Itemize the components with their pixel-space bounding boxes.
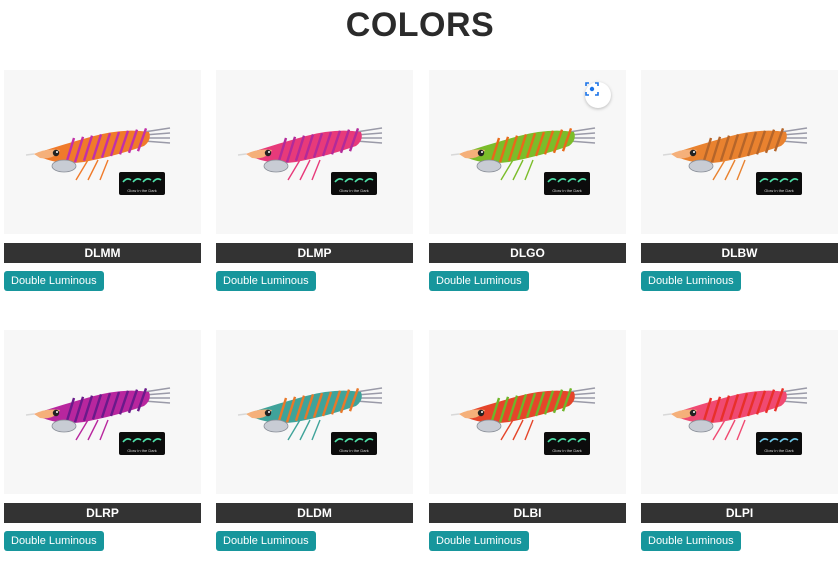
glow-label: Glow in the Dark <box>339 188 369 193</box>
glow-label: Glow in the Dark <box>127 188 157 193</box>
product-image[interactable]: Glow in the Dark <box>641 330 838 494</box>
product-card[interactable]: Glow in the Dark DLDM Double Luminous <box>216 330 413 551</box>
glow-jig-icon <box>334 178 374 183</box>
product-card[interactable]: Glow in the Dark DLMM Double Luminous <box>4 70 201 291</box>
product-card[interactable]: Glow in the Dark DLBW Double Luminous <box>641 70 838 291</box>
glow-badge: Glow in the Dark <box>756 432 802 455</box>
glow-jig-icon <box>122 178 162 183</box>
luminous-badge: Double Luminous <box>4 531 104 551</box>
glow-jig-icon <box>759 438 799 443</box>
glow-label: Glow in the Dark <box>339 448 369 453</box>
glow-label: Glow in the Dark <box>127 448 157 453</box>
product-image[interactable]: Glow in the Dark <box>641 70 838 234</box>
product-card[interactable]: Glow in the Dark DLGO Double Luminous <box>429 70 626 291</box>
glow-jig-icon <box>547 438 587 443</box>
squid-jig-icon <box>237 387 383 441</box>
product-image[interactable]: Glow in the Dark <box>4 330 201 494</box>
glow-jig-icon <box>759 178 799 183</box>
luminous-badge: Double Luminous <box>216 531 316 551</box>
product-code[interactable]: DLGO <box>429 243 626 263</box>
page-title: COLORS <box>345 6 495 44</box>
product-card[interactable]: Glow in the Dark DLBI Double Luminous <box>429 330 626 551</box>
glow-badge: Glow in the Dark <box>756 172 802 195</box>
product-card[interactable]: Glow in the Dark DLMP Double Luminous <box>216 70 413 291</box>
squid-jig-icon <box>662 387 808 441</box>
product-image[interactable]: Glow in the Dark <box>216 330 413 494</box>
luminous-badge: Double Luminous <box>641 271 741 291</box>
luminous-badge: Double Luminous <box>4 271 104 291</box>
glow-label: Glow in the Dark <box>552 448 582 453</box>
glow-label: Glow in the Dark <box>764 188 794 193</box>
lens-scan-icon[interactable] <box>585 82 611 108</box>
glow-badge: Glow in the Dark <box>119 432 165 455</box>
product-code[interactable]: DLMP <box>216 243 413 263</box>
glow-jig-icon <box>122 438 162 443</box>
squid-jig-icon <box>25 127 171 181</box>
glow-badge: Glow in the Dark <box>331 432 377 455</box>
glow-badge: Glow in the Dark <box>119 172 165 195</box>
squid-jig-icon <box>450 387 596 441</box>
luminous-badge: Double Luminous <box>429 531 529 551</box>
product-card[interactable]: Glow in the Dark DLRP Double Luminous <box>4 330 201 551</box>
product-code[interactable]: DLBW <box>641 243 838 263</box>
product-image[interactable]: Glow in the Dark <box>216 70 413 234</box>
luminous-badge: Double Luminous <box>429 271 529 291</box>
product-code[interactable]: DLPI <box>641 503 838 523</box>
squid-jig-icon <box>662 127 808 181</box>
product-image[interactable]: Glow in the Dark <box>429 330 626 494</box>
product-card[interactable]: Glow in the Dark DLPI Double Luminous <box>641 330 838 551</box>
product-code[interactable]: DLRP <box>4 503 201 523</box>
squid-jig-icon <box>237 127 383 181</box>
luminous-badge: Double Luminous <box>641 531 741 551</box>
glow-label: Glow in the Dark <box>552 188 582 193</box>
glow-badge: Glow in the Dark <box>544 432 590 455</box>
squid-jig-icon <box>25 387 171 441</box>
product-image[interactable]: Glow in the Dark <box>4 70 201 234</box>
glow-jig-icon <box>334 438 374 443</box>
glow-badge: Glow in the Dark <box>331 172 377 195</box>
product-code[interactable]: DLMM <box>4 243 201 263</box>
product-image[interactable]: Glow in the Dark <box>429 70 626 234</box>
glow-label: Glow in the Dark <box>764 448 794 453</box>
product-code[interactable]: DLBI <box>429 503 626 523</box>
product-code[interactable]: DLDM <box>216 503 413 523</box>
glow-badge: Glow in the Dark <box>544 172 590 195</box>
luminous-badge: Double Luminous <box>216 271 316 291</box>
glow-jig-icon <box>547 178 587 183</box>
